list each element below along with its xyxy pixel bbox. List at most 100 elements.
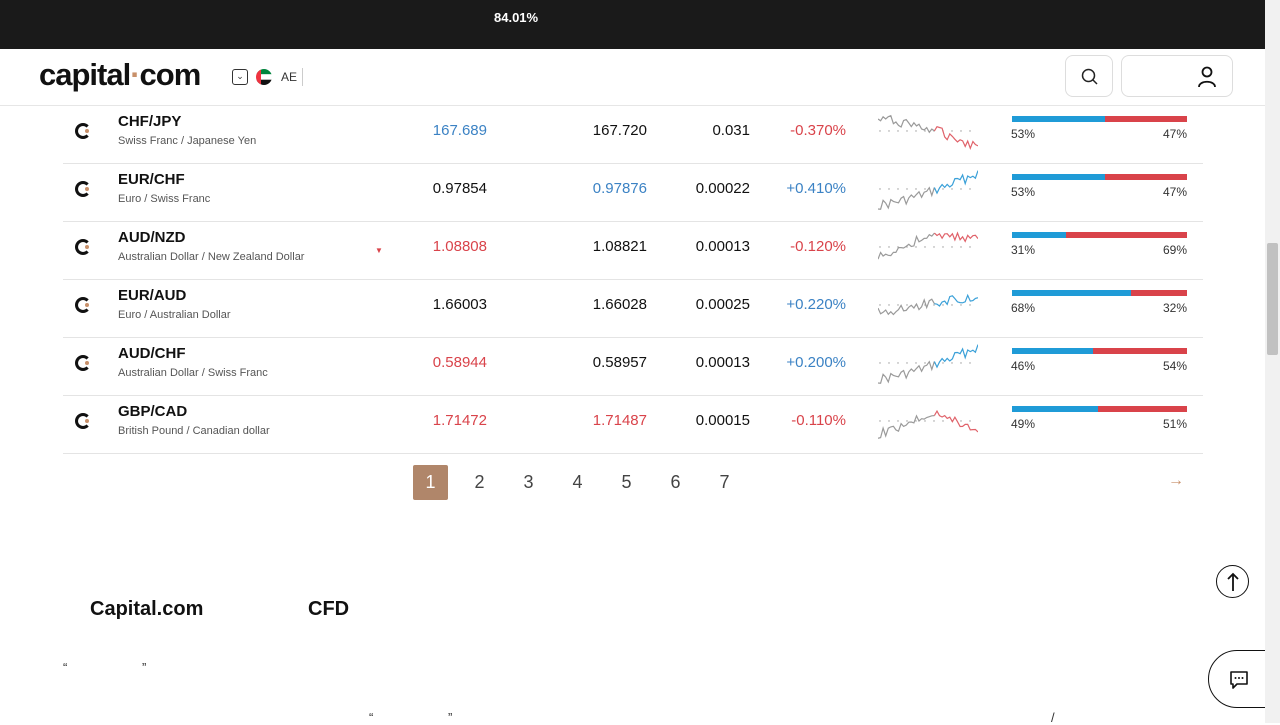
chevron-down-icon[interactable]: ⌄ (232, 69, 248, 85)
capital-logo-icon (75, 181, 91, 197)
quote-mark: ” (142, 660, 147, 675)
section-title-cfd: CFD (308, 598, 350, 620)
sparkline-chart (878, 114, 978, 151)
change-percent: +0.220% (786, 296, 846, 313)
buy-sentiment-fill (1012, 406, 1098, 412)
sell-percentage: 32% (1162, 301, 1187, 315)
buy-price[interactable]: 0.58957 (547, 354, 647, 371)
account-button[interactable] (1121, 55, 1233, 97)
capital-logo-icon (75, 413, 91, 429)
pair-name[interactable]: EUR/AUD (118, 287, 186, 304)
buy-sentiment-fill (1012, 290, 1131, 296)
scrollbar-thumb[interactable] (1267, 243, 1278, 355)
table-row[interactable]: EUR/CHF Euro / Swiss Franc 0.97854 0.978… (63, 164, 1203, 222)
change-percent: -0.110% (791, 412, 846, 429)
sparkline-chart (878, 231, 978, 260)
language-code[interactable]: AE (281, 70, 297, 84)
page-button-1[interactable]: 1 (413, 465, 448, 500)
buy-price[interactable]: 1.08821 (547, 238, 647, 255)
divider (302, 68, 303, 86)
table-row[interactable]: AUD/CHF Australian Dollar / Swiss Franc … (63, 338, 1203, 396)
table-row[interactable]: EUR/AUD Euro / Australian Dollar 1.66003… (63, 280, 1203, 338)
buy-percentage: 31% (1011, 243, 1036, 257)
buy-sentiment-fill (1012, 174, 1105, 180)
sparkline-chart (878, 409, 978, 439)
sell-price[interactable]: 0.58944 (387, 354, 487, 371)
markets-table: CHF/JPY Swiss Franc / Japanese Yen 167.6… (63, 106, 1203, 454)
spread-value: 0.031 (712, 122, 750, 139)
table-row[interactable]: AUD/NZD Australian Dollar / New Zealand … (63, 222, 1203, 280)
pair-description: Australian Dollar / Swiss Franc (118, 367, 268, 379)
ae-flag-icon[interactable] (256, 69, 272, 85)
arrow-right-icon[interactable]: → (1168, 472, 1184, 490)
change-percent: +0.410% (786, 180, 846, 197)
pair-name[interactable]: GBP/CAD (118, 403, 187, 420)
site-logo[interactable]: capital·com (39, 57, 201, 93)
sell-price[interactable]: 1.66003 (387, 296, 487, 313)
table-row[interactable]: CHF/JPY Swiss Franc / Japanese Yen 167.6… (63, 106, 1203, 164)
capital-logo-icon (75, 123, 91, 139)
buy-price[interactable]: 0.97876 (547, 180, 647, 197)
sparkline-chart (878, 170, 978, 210)
page-button-6[interactable]: 6 (658, 465, 693, 500)
sentiment-bar (1012, 174, 1187, 180)
capital-logo-icon (75, 239, 91, 255)
sell-percentage: 47% (1162, 127, 1187, 141)
spread-value: 0.00015 (695, 412, 750, 429)
chat-button[interactable] (1208, 650, 1268, 708)
sparkline-chart (878, 293, 978, 316)
site-header: capital·com ⌄ AE (0, 49, 1265, 106)
buy-percentage: 53% (1011, 127, 1036, 141)
page-button-4[interactable]: 4 (560, 465, 595, 500)
change-percent: +0.200% (786, 354, 846, 371)
sentiment-bar (1012, 232, 1187, 238)
pair-description: Euro / Swiss Franc (118, 193, 211, 205)
pair-description: Swiss Franc / Japanese Yen (118, 135, 257, 147)
pair-name[interactable]: CHF/JPY (118, 113, 181, 130)
buy-price[interactable]: 1.66028 (547, 296, 647, 313)
spread-value: 0.00022 (695, 180, 750, 197)
banner-percentage: 84.01% (494, 10, 539, 25)
search-button[interactable] (1065, 55, 1113, 97)
spread-value: 0.00025 (695, 296, 750, 313)
page-button-7[interactable]: 7 (707, 465, 742, 500)
capital-logo-icon (75, 355, 91, 371)
arrow-up-icon (1227, 572, 1239, 591)
buy-sentiment-fill (1012, 348, 1093, 354)
page-button-2[interactable]: 2 (462, 465, 497, 500)
sell-price[interactable]: 1.08808 (387, 238, 487, 255)
spread-value: 0.00013 (695, 238, 750, 255)
table-row[interactable]: GBP/CAD British Pound / Canadian dollar … (63, 396, 1203, 454)
search-icon (1081, 68, 1098, 85)
quote-mark: “ (63, 660, 68, 675)
sell-price[interactable]: 1.71472 (387, 412, 487, 429)
buy-price[interactable]: 167.720 (547, 122, 647, 139)
page-scrollbar[interactable] (1265, 0, 1280, 723)
capital-logo-icon (75, 297, 91, 313)
pair-name[interactable]: AUD/CHF (118, 345, 186, 362)
top-banner: 84.01% (0, 0, 1265, 49)
buy-price[interactable]: 1.71487 (547, 412, 647, 429)
change-percent: -0.370% (790, 122, 846, 139)
chat-icon (1230, 671, 1248, 689)
pair-description: Australian Dollar / New Zealand Dollar (118, 251, 305, 263)
sell-percentage: 69% (1162, 243, 1187, 257)
page-button-3[interactable]: 3 (511, 465, 546, 500)
section-title-brand: Capital.com (90, 598, 204, 620)
page-button-5[interactable]: 5 (609, 465, 644, 500)
sell-percentage: 47% (1162, 185, 1187, 199)
pair-name[interactable]: AUD/NZD (118, 229, 186, 246)
buy-percentage: 49% (1011, 417, 1036, 431)
sentiment-bar (1012, 290, 1187, 296)
sell-price[interactable]: 0.97854 (387, 180, 487, 197)
sentiment-bar (1012, 406, 1187, 412)
change-percent: -0.120% (790, 238, 846, 255)
pair-name[interactable]: EUR/CHF (118, 171, 185, 188)
pair-description: British Pound / Canadian dollar (118, 425, 270, 437)
sell-price[interactable]: 167.689 (387, 122, 487, 139)
buy-sentiment-fill (1012, 116, 1105, 122)
user-icon (1198, 66, 1216, 88)
buy-sentiment-fill (1012, 232, 1067, 238)
sparkline-chart (878, 344, 978, 384)
back-to-top-button[interactable] (1216, 565, 1249, 598)
